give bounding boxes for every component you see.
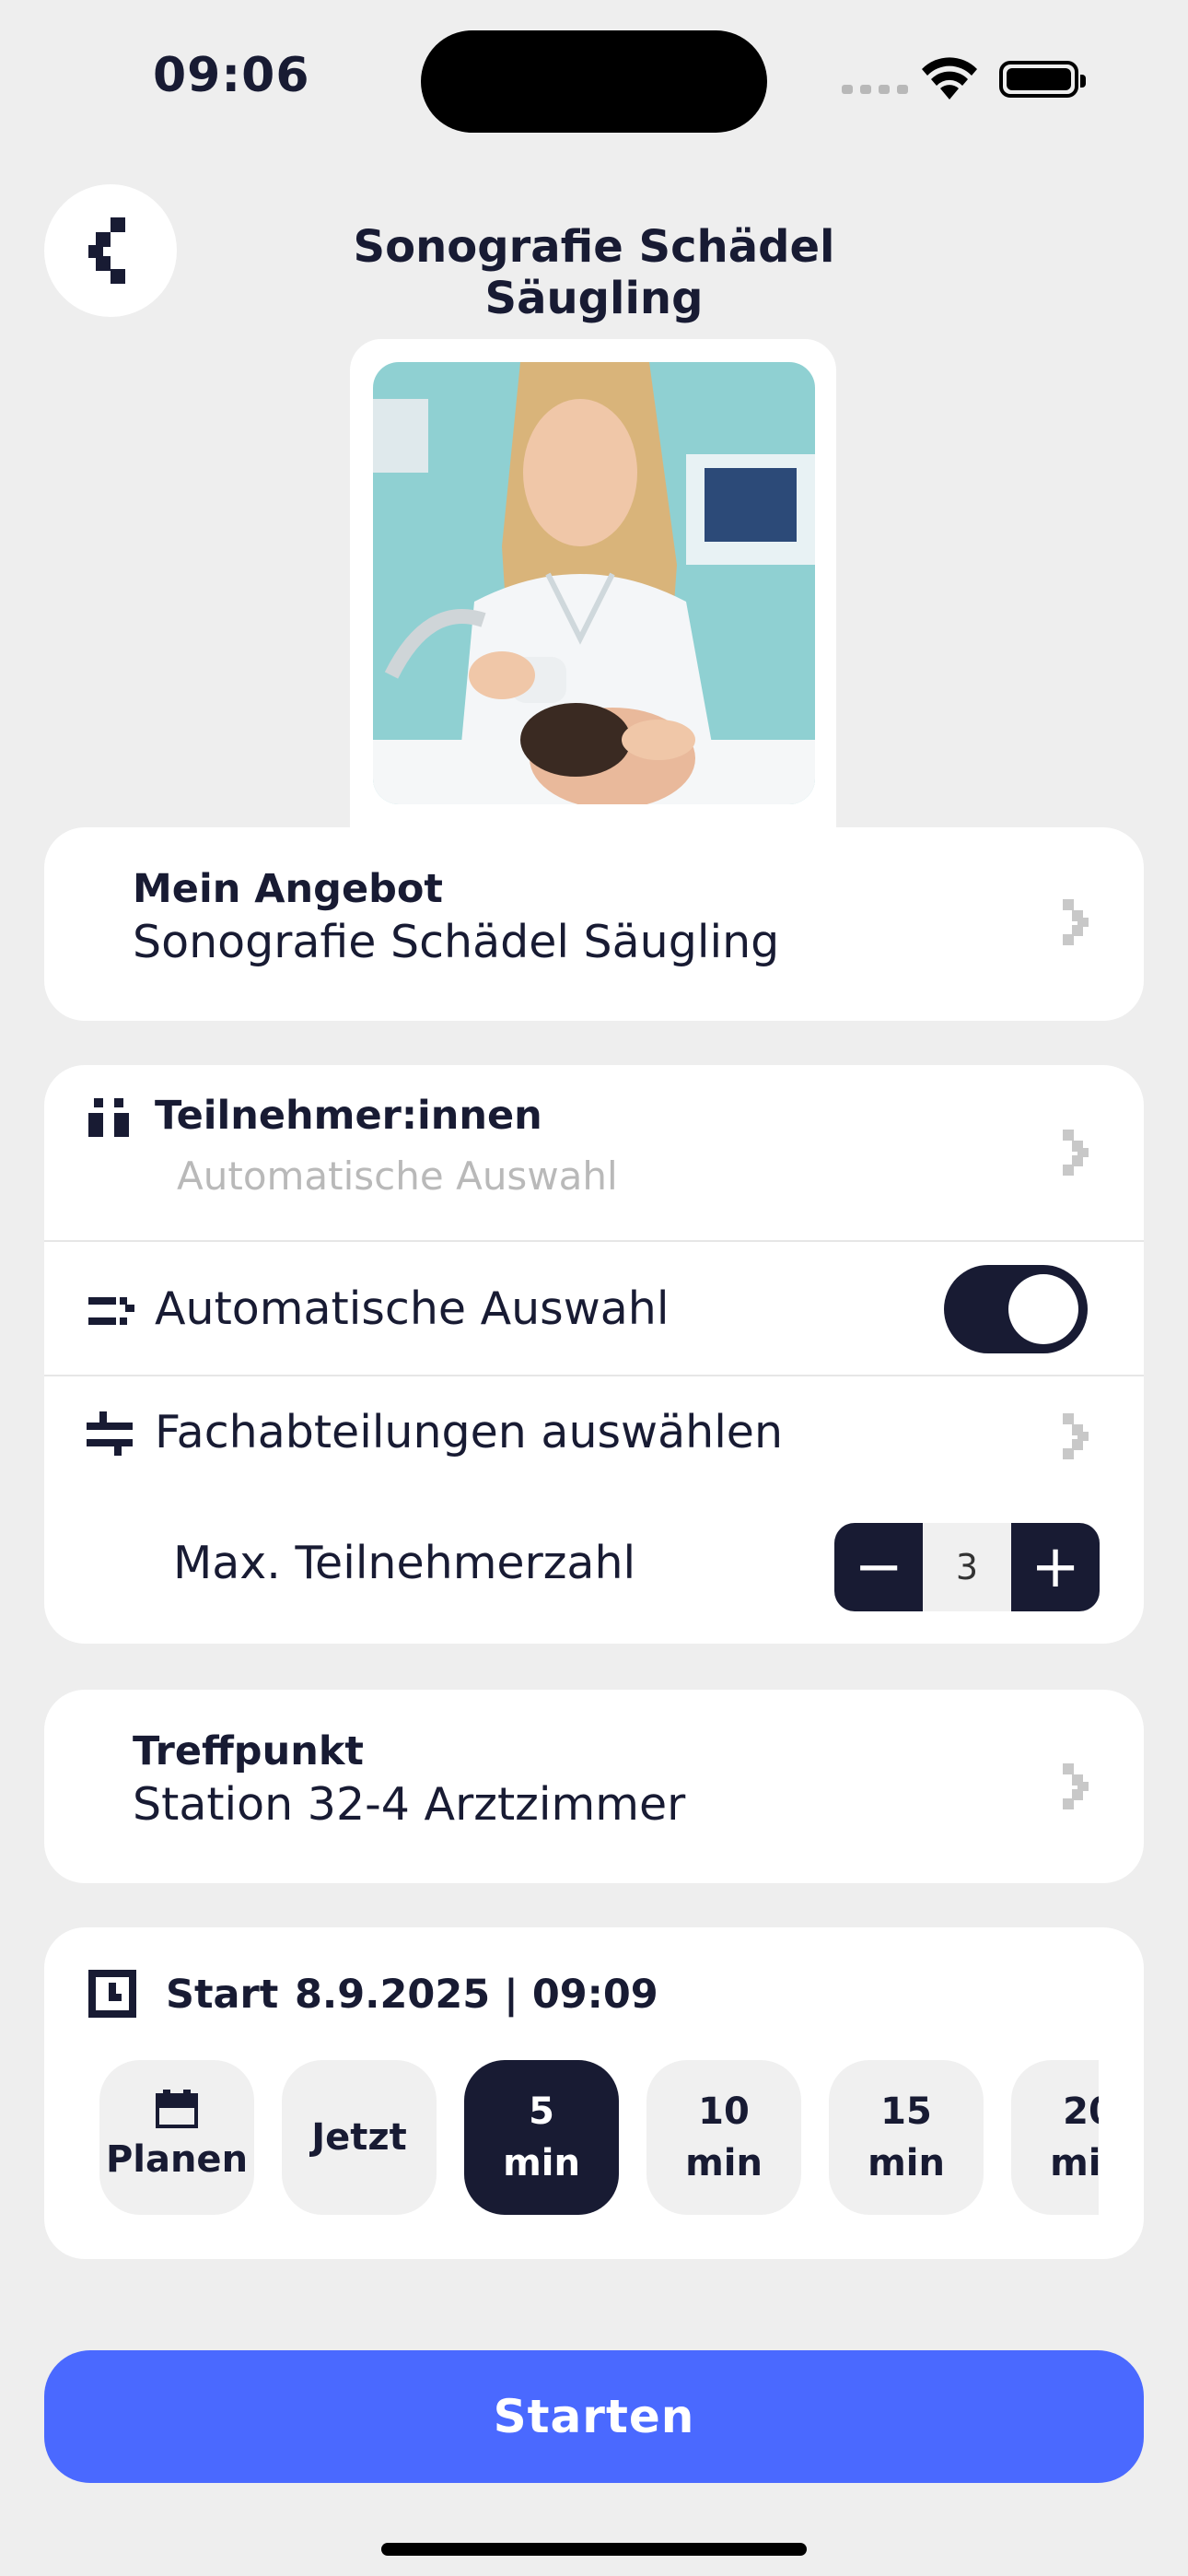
participants-row[interactable] (44, 1065, 1144, 1240)
offer-photo (373, 362, 815, 804)
chip-unit: min (685, 2142, 763, 2184)
start-datetime: 8.9.2025 | 09:09 (295, 1972, 658, 2018)
cellular-signal-icon (842, 85, 908, 94)
dynamic-island (421, 30, 767, 133)
chip-now[interactable]: Jetzt (282, 2060, 437, 2215)
chip-value: 5 (529, 2090, 554, 2133)
chevron-right-icon (1063, 899, 1089, 945)
start-button[interactable]: Starten (44, 2350, 1144, 2483)
chevron-right-icon (1063, 1413, 1089, 1459)
chip-15-min[interactable]: 15 min (829, 2060, 984, 2215)
offer-card[interactable]: Mein Angebot Sonografie Schädel Säugling (44, 827, 1144, 1021)
meeting-point-card[interactable]: Treffpunkt Station 32-4 Arztzimmer (44, 1690, 1144, 1883)
offer-label: Mein Angebot (133, 866, 443, 912)
increment-button[interactable]: + (1011, 1523, 1100, 1611)
decrement-button[interactable]: − (834, 1523, 923, 1611)
chip-plan-label: Planen (105, 2138, 249, 2181)
chip-now-label: Jetzt (311, 2116, 407, 2159)
chip-value: 20 (1063, 2090, 1099, 2133)
back-button[interactable] (44, 184, 177, 317)
max-participants-stepper: − 3 + (834, 1523, 1100, 1611)
chip-10-min[interactable]: 10 min (646, 2060, 801, 2215)
chevron-right-icon (1063, 1130, 1089, 1176)
chip-plan[interactable]: Planen (99, 2060, 254, 2215)
meeting-point-label: Treffpunkt (133, 1728, 364, 1774)
max-participants-label: Max. Teilnehmerzahl (173, 1537, 636, 1589)
chip-unit: min (868, 2142, 945, 2184)
chip-unit: min (1050, 2142, 1099, 2184)
home-indicator[interactable] (381, 2543, 807, 2556)
meeting-point-value: Station 32-4 Arztzimmer (133, 1778, 686, 1831)
clock-icon (88, 1970, 136, 2018)
divider (44, 1240, 1144, 1242)
calendar-icon (156, 2090, 198, 2128)
chevron-right-icon (1063, 1763, 1089, 1809)
status-time: 09:06 (153, 48, 310, 103)
chip-value: 10 (698, 2090, 750, 2133)
battery-icon (999, 61, 1086, 98)
page-title: Sonografie Schädel Säugling (353, 221, 835, 324)
departments-row[interactable] (44, 1376, 1144, 1487)
chevron-left-icon (88, 217, 125, 284)
offer-value: Sonografie Schädel Säugling (133, 916, 780, 968)
chip-unit: min (503, 2142, 580, 2184)
start-label: Start (166, 1972, 279, 2018)
max-participants-value: 3 (923, 1523, 1011, 1611)
chip-20-min[interactable]: 20 min (1011, 2060, 1099, 2215)
chip-5-min[interactable]: 5 min (464, 2060, 619, 2215)
auto-select-label: Automatische Auswahl (155, 1282, 670, 1335)
auto-select-icon (88, 1297, 134, 1325)
chip-value: 15 (880, 2090, 932, 2133)
auto-select-toggle[interactable] (944, 1265, 1088, 1353)
wifi-icon (922, 57, 977, 100)
start-time-options: Planen Jetzt 5 min 10 min 15 min 20 min (99, 2060, 1099, 2215)
